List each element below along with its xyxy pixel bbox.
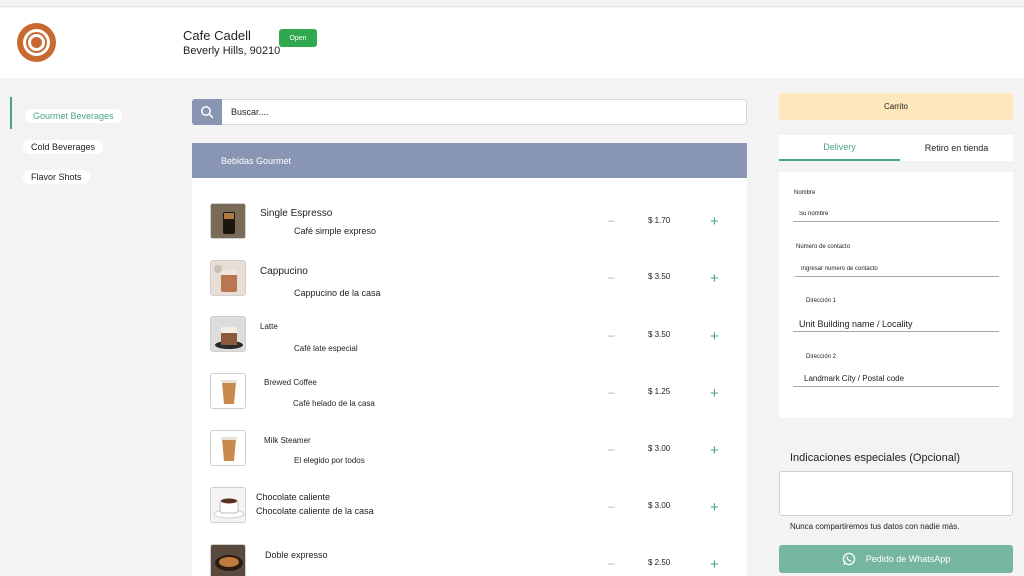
menu-item-description: Café simple expreso [294, 226, 377, 236]
special-instructions-field[interactable] [779, 471, 1013, 516]
decrease-quantity-button[interactable]: – [608, 328, 615, 342]
category-flavor-shots[interactable]: Flavor Shots [23, 170, 90, 184]
menu-item-name: Cappucino [260, 266, 308, 277]
menu-item-name: Single Espresso [260, 208, 333, 219]
increase-quantity-button[interactable]: + [710, 443, 719, 458]
increase-quantity-button[interactable]: + [710, 500, 719, 515]
menu-item-description: Café late especial [294, 344, 358, 353]
menu-item-price: $ 3.50 [648, 330, 671, 339]
decrease-quantity-button[interactable]: – [608, 213, 615, 227]
menu-item-price: $ 2.50 [648, 558, 671, 567]
menu-item-name: Doble expresso [265, 550, 328, 560]
whatsapp-order-button[interactable]: Pedido de WhatsApp [779, 545, 1013, 573]
search-bar [192, 99, 747, 125]
menu-item-description: Cappucino de la casa [294, 288, 381, 298]
menu-item: Chocolate caliente Chocolate caliente de… [192, 478, 747, 535]
menu-item-image [210, 544, 246, 576]
decrease-quantity-button[interactable]: – [608, 442, 615, 456]
search-icon [201, 106, 214, 119]
menu-item-name: Latte [260, 322, 278, 331]
menu-item-name: Chocolate caliente [256, 492, 331, 502]
increase-quantity-button[interactable]: + [710, 557, 719, 572]
menu-item: Single Espresso Café simple expreso – $ … [192, 193, 747, 250]
cart-header: Carrito [779, 93, 1013, 120]
menu-item: Milk Steamer El elegido por todos – $ 3.… [192, 421, 747, 478]
open-status-badge: Open [279, 29, 317, 47]
top-strip [0, 0, 1024, 7]
cafe-logo [17, 23, 56, 62]
increase-quantity-button[interactable]: + [710, 214, 719, 229]
increase-quantity-button[interactable]: + [710, 386, 719, 401]
menu-section-title: Bebidas Gourmet [221, 156, 292, 166]
fulfillment-tabs: Delivery Retiro en tienda [779, 135, 1013, 161]
menu-item: Latte Café late especial – $ 3.50 + [192, 307, 747, 364]
menu-panel: Bebidas Gourmet Single Espresso Café sim… [192, 143, 747, 576]
menu-item-description: Café helado de la casa [293, 399, 375, 408]
decrease-quantity-button[interactable]: – [608, 385, 615, 399]
menu-item: Brewed Coffee Café helado de la casa – $… [192, 364, 747, 421]
whatsapp-order-label: Pedido de WhatsApp [865, 554, 951, 564]
menu-item-description: El elegido por todos [294, 456, 365, 465]
search-button[interactable] [192, 99, 222, 125]
active-category-indicator [10, 97, 12, 129]
name-label: Nombre [794, 190, 816, 196]
menu-item-price: $ 3.00 [648, 444, 671, 453]
shop-address: Beverly Hills, 90210 [183, 45, 281, 57]
contact-number-field[interactable] [795, 261, 999, 277]
whatsapp-icon [842, 552, 855, 566]
category-sidebar: Gourmet Beverages Cold Beverages Flavor … [0, 78, 180, 576]
shop-name: Cafe Cadell [183, 28, 251, 43]
delivery-form: Nombre Número de contacto Dirección 1 Di… [779, 172, 1013, 418]
privacy-note: Nunca compartiremos tus datos con nadie … [790, 522, 960, 531]
category-gourmet-beverages[interactable]: Gourmet Beverages [25, 109, 122, 123]
increase-quantity-button[interactable]: + [710, 271, 719, 286]
category-cold-beverages[interactable]: Cold Beverages [23, 140, 104, 154]
decrease-quantity-button[interactable]: – [608, 270, 615, 284]
menu-item-image [210, 203, 246, 239]
address-1-field[interactable] [793, 316, 999, 332]
menu-item-price: $ 1.70 [648, 216, 671, 225]
special-instructions-label: Indicaciones especiales (Opcional) [790, 452, 960, 464]
contact-number-label: Número de contacto [796, 244, 851, 250]
tab-delivery[interactable]: Delivery [779, 135, 900, 161]
menu-item-image [210, 487, 246, 523]
address-2-field[interactable] [793, 371, 999, 387]
menu-item: Doble expresso – $ 2.50 + [192, 535, 747, 576]
menu-item-image [210, 373, 246, 409]
search-input[interactable] [231, 105, 731, 119]
increase-quantity-button[interactable]: + [710, 329, 719, 344]
menu-item-name: Milk Steamer [264, 436, 311, 445]
menu-item-image [210, 260, 246, 296]
menu-item-description: Chocolate caliente de la casa [256, 506, 374, 516]
address-1-label: Dirección 1 [806, 298, 837, 304]
tab-store-pickup[interactable]: Retiro en tienda [900, 135, 1013, 161]
menu-item-image [210, 316, 246, 352]
menu-item-price: $ 3.00 [648, 501, 671, 510]
menu-item-image [210, 430, 246, 466]
name-field[interactable] [793, 206, 999, 222]
menu-item-price: $ 3.50 [648, 272, 671, 281]
menu-item: Cappucino Cappucino de la casa – $ 3.50 … [192, 250, 747, 307]
decrease-quantity-button[interactable]: – [608, 556, 615, 570]
menu-section-header: Bebidas Gourmet [192, 143, 747, 178]
address-2-label: Dirección 2 [806, 354, 837, 360]
decrease-quantity-button[interactable]: – [608, 499, 615, 513]
menu-item-name: Brewed Coffee [264, 378, 317, 387]
menu-item-price: $ 1.25 [648, 387, 671, 396]
store-header: Cafe Cadell Beverly Hills, 90210 Open [0, 8, 1024, 78]
